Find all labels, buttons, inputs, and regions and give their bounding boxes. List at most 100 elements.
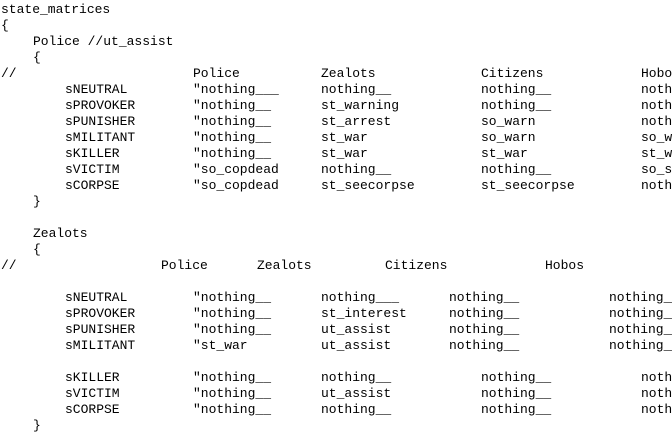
code-token: Police //ut_assist [33, 34, 174, 49]
code-token: ut_assist [321, 338, 392, 353]
code-token: nothing__ [481, 370, 552, 385]
code-line: sKILLER "nothing__ nothing__ nothing__ n… [0, 370, 672, 386]
code-token: { [33, 242, 41, 257]
code-line: } [0, 194, 672, 210]
code-token: nothing__ [609, 306, 672, 321]
code-token: st_war [481, 146, 528, 161]
code-token: sCORPSE [65, 178, 120, 193]
code-token: nothing__ [321, 402, 392, 417]
code-line: } [0, 418, 672, 434]
code-line: sVICTIM "so_copdead nothing__ nothing__ … [0, 162, 672, 178]
code-token: sKILLER [65, 370, 120, 385]
code-token: nothing__ [641, 370, 672, 385]
code-line: sPUNISHER "nothing__ ut_assist nothing__… [0, 322, 672, 338]
code-line: sMILITANT "st_war ut_assist nothing__ no… [0, 338, 672, 354]
code-token: "st_war [193, 338, 248, 353]
code-token: "nothing__ [193, 114, 272, 129]
code-token: sPROVOKER [65, 98, 136, 113]
code-token: nothing__ [609, 338, 672, 353]
code-token: nothing__ [321, 162, 392, 177]
code-token: "nothing__ [193, 386, 272, 401]
code-token: "nothing__ [193, 290, 272, 305]
code-token: "so_copdead [193, 178, 279, 193]
code-token: nothing__ [641, 82, 672, 97]
code-token: nothing__ [641, 386, 672, 401]
code-token: // [1, 258, 17, 273]
code-token: ut_assist [321, 322, 392, 337]
code-line: sPUNISHER "nothing__ st_arrest so_warn n… [0, 114, 672, 130]
code-line: // Police Zealots Citizens Hobos [0, 258, 672, 274]
code-line: sKILLER "nothing__ st_war st_war st_war [0, 146, 672, 162]
code-token: "so_copdead [193, 162, 279, 177]
code-token: nothing__ [449, 290, 520, 305]
code-line: sPROVOKER "nothing__ st_interest nothing… [0, 306, 672, 322]
code-token: sVICTIM [65, 386, 120, 401]
code-token: "nothing__ [193, 306, 272, 321]
code-token: "nothing__ [193, 370, 272, 385]
code-token: nothing__ [449, 322, 520, 337]
code-token: nothing__ [641, 114, 672, 129]
code-token: nothing__ [641, 402, 672, 417]
code-token: // [1, 66, 17, 81]
code-token: sNEUTRAL [65, 290, 128, 305]
code-line: state_matrices [0, 2, 672, 18]
code-token: "nothing__ [193, 146, 272, 161]
code-token: Zealots [33, 226, 88, 241]
code-token: sPROVOKER [65, 306, 136, 321]
code-token: Citizens [481, 66, 544, 81]
code-token: sKILLER [65, 146, 120, 161]
code-line: sVICTIM "nothing__ ut_assist nothing__ n… [0, 386, 672, 402]
code-token: { [33, 50, 41, 65]
code-token: Police [161, 258, 208, 273]
code-editor[interactable]: state_matrices { Police //ut_assist { //… [0, 0, 672, 441]
code-line: sCORPSE "nothing__ nothing__ nothing__ n… [0, 402, 672, 418]
code-token: sPUNISHER [65, 322, 136, 337]
code-token: nothing__ [481, 162, 552, 177]
code-token: st_war [321, 146, 368, 161]
code-token: "nothing___ [193, 82, 279, 97]
code-token: "nothing__ [193, 98, 272, 113]
code-token: st_war [321, 130, 368, 145]
code-token: sMILITANT [65, 338, 136, 353]
code-token: nothing__ [609, 290, 672, 305]
code-token: nothing__ [449, 338, 520, 353]
code-token: st_warning [321, 98, 400, 113]
code-token: Hobos [545, 258, 585, 273]
code-token: so_warn [641, 130, 672, 145]
code-token: Hobos [641, 66, 672, 81]
code-line: Police //ut_assist [0, 34, 672, 50]
code-token: sNEUTRAL [65, 82, 128, 97]
code-token: sVICTIM [65, 162, 120, 177]
code-token: so_warn [481, 130, 536, 145]
code-line: { [0, 18, 672, 34]
code-token: so_sad [641, 162, 672, 177]
code-token: { [1, 18, 9, 33]
code-line: sPROVOKER "nothing__ st_warning nothing_… [0, 98, 672, 114]
code-line: // Police Zealots Citizens Hobos [0, 66, 672, 82]
code-token: Police [193, 66, 240, 81]
code-token: nothing__ [641, 98, 672, 113]
code-token: st_seecorpse [481, 178, 575, 193]
code-token: Zealots [257, 258, 312, 273]
code-token: st_interest [321, 306, 407, 321]
code-token: nothing__ [481, 98, 552, 113]
code-line: sNEUTRAL "nothing__ nothing___ nothing__… [0, 290, 672, 306]
code-token: "nothing__ [193, 322, 272, 337]
code-token: Citizens [385, 258, 448, 273]
code-token: } [33, 418, 41, 433]
code-token: nothing__ [321, 82, 392, 97]
code-line: sNEUTRAL "nothing___ nothing__ nothing__… [0, 82, 672, 98]
code-token: nothing__ [641, 178, 672, 193]
code-token: nothing__ [481, 386, 552, 401]
code-token: st_arrest [321, 114, 392, 129]
code-line: sMILITANT "nothing__ st_war so_warn so_w… [0, 130, 672, 146]
code-token: nothing__ [449, 306, 520, 321]
code-token: sPUNISHER [65, 114, 136, 129]
code-token: sMILITANT [65, 130, 136, 145]
code-line: Zealots [0, 226, 672, 242]
code-token: ut_assist [321, 386, 392, 401]
code-line: sCORPSE "so_copdead st_seecorpse st_seec… [0, 178, 672, 194]
code-token: nothing__ [609, 322, 672, 337]
code-token: nothing__ [321, 370, 392, 385]
code-token: so_warn [481, 114, 536, 129]
